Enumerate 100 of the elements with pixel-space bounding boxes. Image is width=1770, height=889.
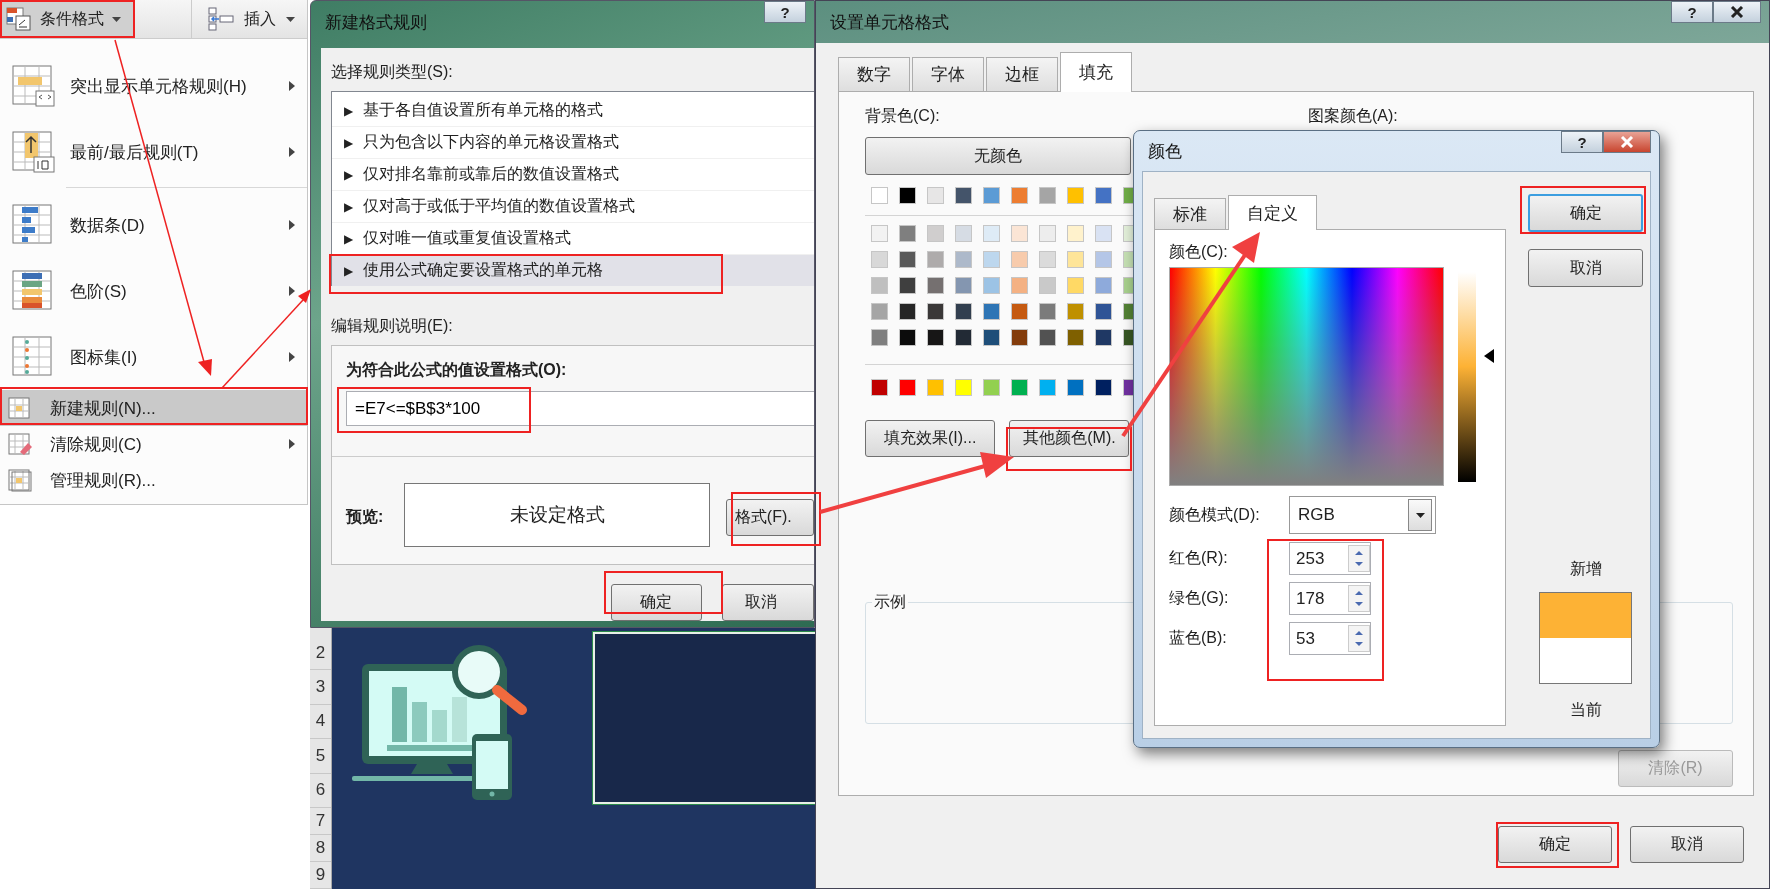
close-button[interactable]: [1713, 1, 1761, 23]
cancel-button[interactable]: 取消: [1528, 249, 1643, 287]
color-swatch[interactable]: [1012, 226, 1027, 241]
color-swatch[interactable]: [1012, 330, 1027, 345]
insert-button[interactable]: 插入: [191, 0, 305, 38]
menu-item[interactable]: 清除规则(C): [0, 426, 307, 462]
color-swatch[interactable]: [1068, 226, 1083, 241]
color-swatch[interactable]: [1040, 252, 1055, 267]
color-swatch[interactable]: [956, 304, 971, 319]
color-swatch[interactable]: [1012, 304, 1027, 319]
color-swatch[interactable]: [1096, 304, 1111, 319]
color-swatch[interactable]: [956, 330, 971, 345]
help-button[interactable]: ?: [1561, 131, 1603, 153]
color-swatch[interactable]: [900, 304, 915, 319]
color-swatch[interactable]: [1012, 188, 1027, 203]
color-swatch[interactable]: [984, 226, 999, 241]
color-swatch[interactable]: [928, 226, 943, 241]
menu-item[interactable]: 色阶(S): [0, 258, 307, 324]
cancel-button[interactable]: 取消: [721, 584, 814, 621]
help-button[interactable]: ?: [764, 1, 806, 23]
color-swatch[interactable]: [1068, 330, 1083, 345]
color-swatch[interactable]: [1012, 278, 1027, 293]
color-swatch[interactable]: [900, 380, 915, 395]
color-swatch[interactable]: [1040, 188, 1055, 203]
color-spectrum[interactable]: [1169, 267, 1444, 486]
help-button[interactable]: ?: [1671, 1, 1713, 23]
color-swatch[interactable]: [900, 226, 915, 241]
color-swatch[interactable]: [1096, 188, 1111, 203]
color-swatch[interactable]: [1012, 252, 1027, 267]
color-swatch[interactable]: [872, 278, 887, 293]
color-swatch[interactable]: [984, 304, 999, 319]
color-swatch[interactable]: [928, 330, 943, 345]
tab[interactable]: 字体: [912, 57, 984, 91]
color-swatch[interactable]: [1040, 226, 1055, 241]
color-swatch[interactable]: [928, 188, 943, 203]
no-color-button[interactable]: 无颜色: [865, 137, 1131, 175]
menu-item[interactable]: 管理规则(R)...: [0, 462, 307, 498]
ok-button[interactable]: 确定: [1498, 826, 1612, 863]
color-swatch[interactable]: [984, 380, 999, 395]
rule-type-item[interactable]: ▶ 仅对排名靠前或靠后的数值设置格式: [332, 159, 814, 191]
color-swatch[interactable]: [872, 330, 887, 345]
color-swatch[interactable]: [1068, 278, 1083, 293]
format-button[interactable]: 格式(F).: [725, 498, 814, 536]
color-swatch[interactable]: [984, 188, 999, 203]
luminance-thumb[interactable]: [1484, 349, 1494, 363]
more-colors-button[interactable]: 其他颜色(M).: [1009, 420, 1130, 457]
rule-type-item[interactable]: ▶ 仅对高于或低于平均值的数值设置格式: [332, 191, 814, 223]
color-swatch[interactable]: [956, 252, 971, 267]
color-swatch[interactable]: [928, 304, 943, 319]
color-swatch[interactable]: [1068, 380, 1083, 395]
color-swatch[interactable]: [956, 278, 971, 293]
number-spinner[interactable]: 178: [1289, 582, 1371, 615]
fill-effects-button[interactable]: 填充效果(I)...: [865, 420, 996, 457]
formula-field[interactable]: =E7<=$B$3*100: [346, 391, 814, 426]
color-swatch[interactable]: [984, 278, 999, 293]
menu-item[interactable]: 数据条(D): [0, 192, 307, 258]
color-swatch[interactable]: [1040, 330, 1055, 345]
color-swatch[interactable]: [956, 188, 971, 203]
ok-button[interactable]: 确定: [611, 584, 702, 621]
color-swatch[interactable]: [984, 252, 999, 267]
number-spinner[interactable]: 53: [1289, 622, 1371, 655]
color-swatch[interactable]: [1040, 304, 1055, 319]
color-swatch[interactable]: [1012, 380, 1027, 395]
tab[interactable]: 边框: [986, 57, 1058, 91]
color-swatch[interactable]: [928, 380, 943, 395]
color-swatch[interactable]: [1096, 380, 1111, 395]
menu-item[interactable]: 新建规则(N)...: [0, 390, 307, 426]
color-swatch[interactable]: [984, 330, 999, 345]
rule-type-item[interactable]: ▶ 基于各自值设置所有单元格的格式: [332, 95, 814, 127]
color-swatch[interactable]: [1068, 304, 1083, 319]
color-swatch[interactable]: [956, 380, 971, 395]
color-swatch[interactable]: [956, 226, 971, 241]
rule-type-item[interactable]: ▶ 只为包含以下内容的单元格设置格式: [332, 127, 814, 159]
color-swatch[interactable]: [872, 304, 887, 319]
color-swatch[interactable]: [1068, 188, 1083, 203]
color-mode-dropdown[interactable]: RGB: [1289, 496, 1436, 534]
color-swatch[interactable]: [872, 252, 887, 267]
color-swatch[interactable]: [872, 188, 887, 203]
color-swatch[interactable]: [1096, 330, 1111, 345]
color-swatch[interactable]: [1040, 278, 1055, 293]
color-swatch[interactable]: [900, 330, 915, 345]
color-swatch[interactable]: [900, 188, 915, 203]
color-swatch[interactable]: [900, 278, 915, 293]
color-swatch[interactable]: [1068, 252, 1083, 267]
color-swatch[interactable]: [1096, 252, 1111, 267]
tab[interactable]: 标准: [1154, 198, 1226, 229]
ok-button[interactable]: 确定: [1528, 194, 1643, 232]
color-swatch[interactable]: [928, 278, 943, 293]
color-swatch[interactable]: [872, 226, 887, 241]
color-swatch[interactable]: [1096, 226, 1111, 241]
color-swatch[interactable]: [900, 252, 915, 267]
color-swatch[interactable]: [928, 252, 943, 267]
menu-item[interactable]: 图标集(I): [0, 324, 307, 390]
cancel-button[interactable]: 取消: [1630, 826, 1744, 863]
color-swatch[interactable]: [1096, 278, 1111, 293]
tab[interactable]: 自定义: [1228, 195, 1317, 230]
color-swatch[interactable]: [1040, 380, 1055, 395]
tab[interactable]: 填充: [1060, 52, 1132, 92]
color-swatch[interactable]: [872, 380, 887, 395]
rule-type-item[interactable]: ▶ 使用公式确定要设置格式的单元格: [332, 255, 814, 287]
